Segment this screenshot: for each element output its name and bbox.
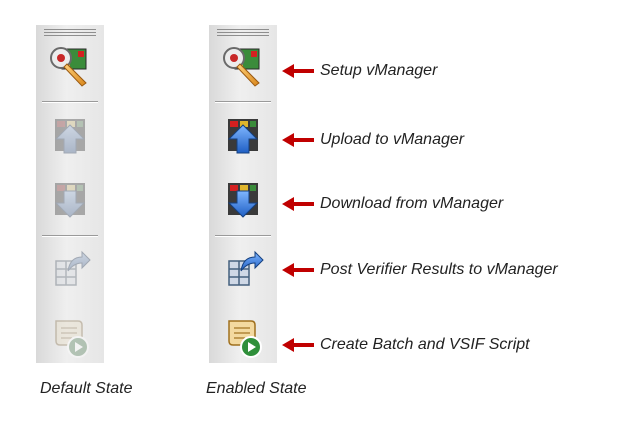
enabled-state-caption: Enabled State [206, 380, 307, 397]
wrench-setup-icon [50, 47, 87, 87]
create-batch-vsif-button-default[interactable] [48, 315, 92, 359]
toolbar-grip [217, 32, 269, 33]
callout-label: Post Verifier Results to vManager [320, 261, 558, 278]
enabled-state-toolbar [209, 25, 277, 363]
toolbar-grip [44, 35, 96, 36]
post-verifier-results-button-default[interactable] [48, 247, 92, 291]
callout-post-verifier-results: Post Verifier Results to vManager [282, 259, 558, 281]
toolbar-separator [215, 235, 271, 237]
post-results-icon [55, 250, 91, 286]
upload-arrow-icon [54, 119, 86, 154]
left-arrow-icon [282, 338, 314, 352]
post-verifier-results-button[interactable] [221, 247, 265, 291]
download-from-vmanager-button-default[interactable] [48, 177, 92, 221]
callout-label: Create Batch and VSIF Script [320, 336, 530, 353]
callout-label: Upload to vManager [320, 131, 465, 148]
default-state-caption: Default State [40, 380, 133, 397]
wrench-setup-icon [223, 47, 260, 87]
batch-script-icon [55, 320, 89, 358]
upload-to-vmanager-button-default[interactable] [48, 113, 92, 157]
left-arrow-icon [282, 197, 314, 211]
toolbar-separator [42, 101, 98, 103]
download-arrow-icon [54, 183, 86, 218]
post-results-icon [228, 250, 264, 286]
create-batch-vsif-button[interactable] [221, 315, 265, 359]
callout-label: Download from vManager [320, 195, 504, 212]
upload-to-vmanager-button[interactable] [221, 113, 265, 157]
setup-vmanager-button-default[interactable] [48, 43, 92, 87]
callout-create-batch-vsif: Create Batch and VSIF Script [282, 334, 530, 356]
batch-script-icon [228, 320, 262, 358]
toolbar-grip[interactable] [44, 29, 96, 30]
download-arrow-icon [227, 183, 259, 218]
toolbar-separator [42, 235, 98, 237]
callout-download-from-vmanager: Download from vManager [282, 193, 503, 215]
callout-upload-to-vmanager: Upload to vManager [282, 129, 464, 151]
download-from-vmanager-button[interactable] [221, 177, 265, 221]
upload-arrow-icon [227, 119, 259, 154]
toolbar-separator [215, 101, 271, 103]
callout-setup-vmanager: Setup vManager [282, 60, 437, 82]
toolbar-grip [217, 35, 269, 36]
left-arrow-icon [282, 263, 314, 277]
toolbar-grip[interactable] [217, 29, 269, 30]
toolbar-grip [44, 32, 96, 33]
callout-label: Setup vManager [320, 62, 438, 79]
default-state-toolbar [36, 25, 104, 363]
left-arrow-icon [282, 64, 314, 78]
setup-vmanager-button[interactable] [221, 43, 265, 87]
left-arrow-icon [282, 133, 314, 147]
